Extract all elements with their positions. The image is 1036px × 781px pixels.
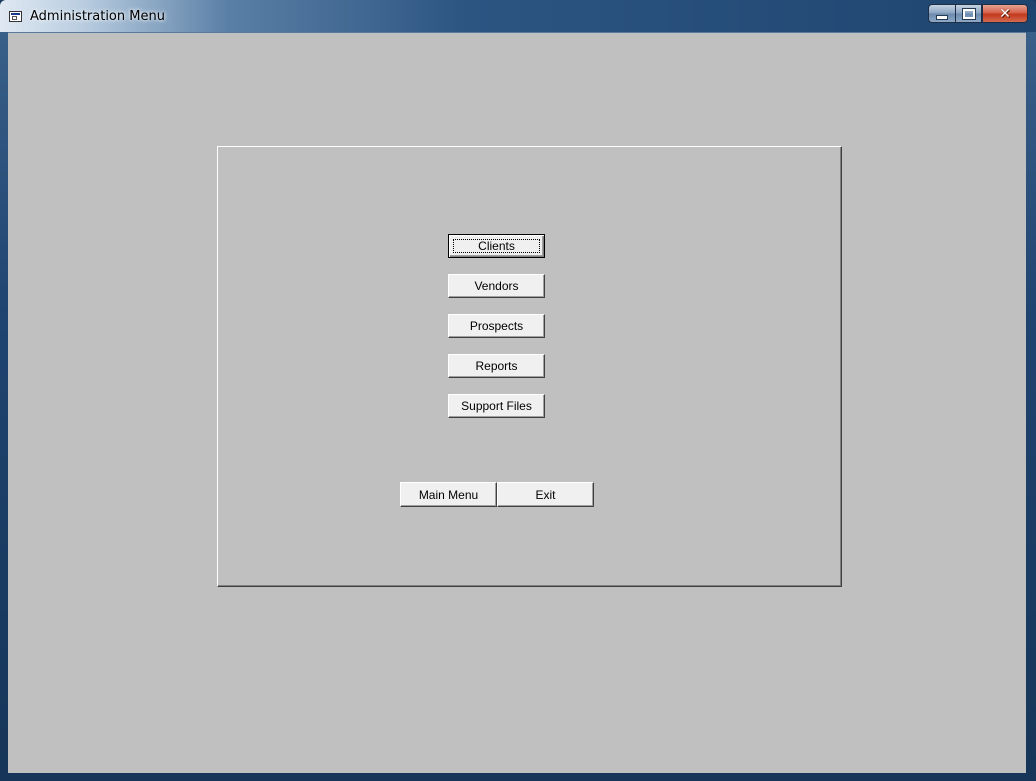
exit-button-label: Exit <box>535 487 556 502</box>
window-title: Administration Menu <box>30 9 165 24</box>
main-menu-button-label: Main Menu <box>418 487 479 502</box>
maximize-icon <box>961 7 976 20</box>
support-files-button-label: Support Files <box>461 399 532 413</box>
reports-button[interactable]: Reports <box>448 354 545 378</box>
clients-button[interactable]: Clients <box>448 234 545 258</box>
prospects-button[interactable]: Prospects <box>448 314 545 338</box>
support-files-button[interactable]: Support Files <box>448 394 545 418</box>
vendors-button[interactable]: Vendors <box>448 274 545 298</box>
close-button[interactable]: ✕ <box>982 4 1028 23</box>
close-icon: ✕ <box>999 5 1011 22</box>
reports-button-label: Reports <box>475 359 518 373</box>
clients-button-label: Clients <box>478 239 515 253</box>
client-area: Clients Vendors Prospects Reports Suppor… <box>8 32 1026 773</box>
vendors-button-label: Vendors <box>474 279 519 293</box>
application-window: Administration Menu ✕ Clients Vendors Pr… <box>0 0 1036 781</box>
minimize-button[interactable] <box>928 4 955 23</box>
minimize-icon <box>936 14 948 20</box>
application-icon[interactable] <box>9 11 22 22</box>
title-bar[interactable]: Administration Menu ✕ <box>0 0 1036 32</box>
maximize-button[interactable] <box>955 4 982 23</box>
caption-buttons: ✕ <box>928 4 1028 23</box>
exit-button[interactable]: Exit <box>497 482 594 507</box>
prospects-button-label: Prospects <box>469 319 524 333</box>
main-menu-button[interactable]: Main Menu <box>400 482 497 507</box>
